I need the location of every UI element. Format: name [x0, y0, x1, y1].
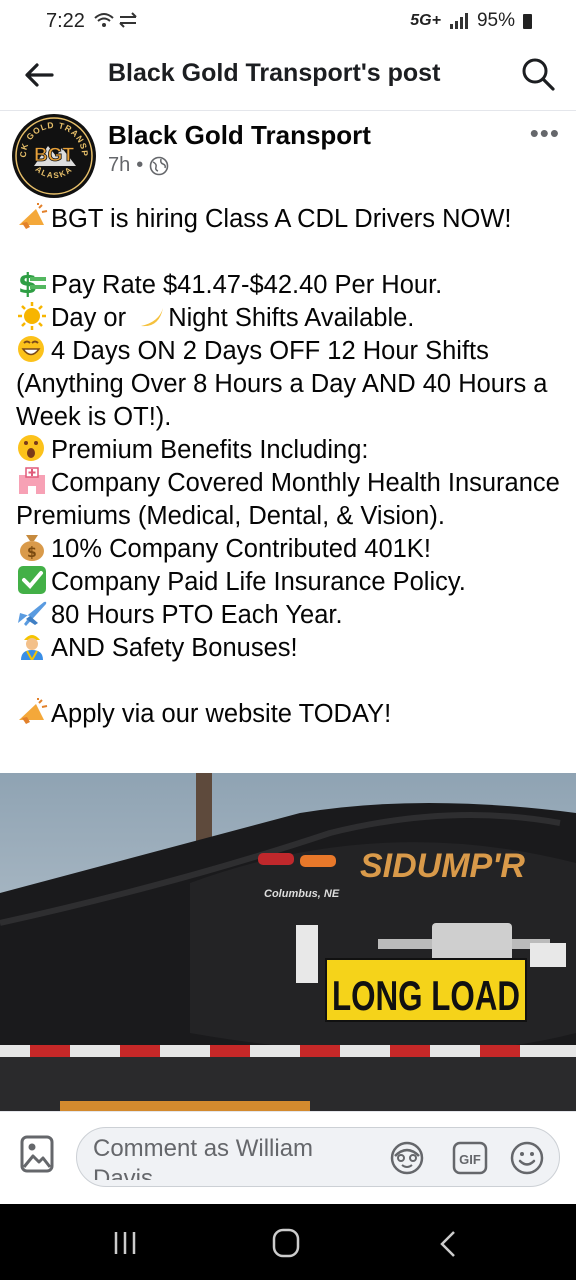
network-type: 5G+	[410, 12, 441, 29]
post-line: $10% Company Contributed 401K!	[16, 533, 566, 566]
wifi-icon	[92, 9, 140, 37]
post-line: $ Pay Rate $41.47-$42.40 Per Hour.	[18, 269, 443, 299]
home-icon[interactable]	[272, 1228, 300, 1258]
sun-icon	[18, 302, 46, 330]
post-line: Company Covered Monthly Health Insurance…	[16, 467, 560, 530]
post-line: BGT is hiring Class A CDL Drivers NOW!	[16, 203, 566, 236]
globe-icon	[149, 156, 169, 175]
status-bar: 7:22 5G+ 95%	[0, 0, 576, 42]
post-time[interactable]: 7h	[108, 154, 130, 177]
app-bar: Black Gold Transport's post	[0, 42, 576, 111]
grinning-face-icon	[18, 336, 44, 362]
svg-text:$: $	[27, 545, 37, 561]
hospital-icon	[19, 467, 45, 494]
back-nav-icon[interactable]	[438, 1230, 458, 1258]
post-meta: 7h •	[108, 154, 169, 177]
moon-icon	[141, 308, 164, 327]
avatar-sticker-icon[interactable]	[389, 1140, 425, 1176]
page-avatar[interactable]: BLACK GOLD TRANSPORT ALASKA BGT	[12, 114, 96, 198]
post-line: Company Paid Life Insurance Policy.	[16, 566, 566, 599]
search-icon[interactable]	[520, 56, 556, 92]
post-photo[interactable]: SIDUMP'R Columbus, NE LONG LOAD	[0, 773, 576, 1111]
post-header: BLACK GOLD TRANSPORT ALASKA BGT Black Go…	[0, 112, 576, 198]
post-line: Apply via our website TODAY!	[16, 698, 566, 731]
comment-placeholder: Comment as William Davis	[93, 1135, 314, 1180]
surprised-face-icon	[18, 435, 44, 461]
post-text: BGT is hiring Class A CDL Drivers NOW! $…	[16, 203, 566, 731]
signal-icon	[449, 13, 468, 29]
long-load-sign: LONG LOAD	[332, 972, 520, 1019]
svg-text:$: $	[18, 269, 37, 297]
trailer-brand: SIDUMP'R	[360, 847, 525, 885]
photo-icon[interactable]	[18, 1134, 58, 1174]
back-arrow-icon[interactable]	[22, 58, 56, 92]
megaphone-icon	[19, 203, 48, 229]
logo-text: BGT	[34, 145, 75, 166]
airplane-icon	[18, 601, 47, 626]
construction-worker-icon	[21, 635, 43, 660]
post-line: Day or Night Shifts Available.	[16, 302, 566, 335]
meta-dot: •	[136, 154, 144, 176]
trailer-city: Columbus, NE	[264, 888, 340, 900]
page-title: Black Gold Transport's post	[108, 59, 441, 87]
gif-icon[interactable]: GIF	[452, 1140, 488, 1176]
system-nav-bar	[0, 1204, 576, 1280]
money-icon: $	[18, 269, 46, 297]
battery-level: 95%	[476, 10, 515, 31]
post-line: AND Safety Bonuses!	[16, 632, 566, 665]
battery-icon	[523, 13, 532, 29]
more-options-icon[interactable]: •••	[530, 118, 560, 149]
check-mark-icon	[18, 566, 46, 594]
megaphone-icon	[19, 698, 48, 724]
money-bag-icon: $	[20, 535, 44, 561]
author-name[interactable]: Black Gold Transport	[108, 120, 371, 151]
post-line: 80 Hours PTO Each Year.	[16, 599, 566, 632]
comment-input[interactable]: Comment as William Davis GIF	[76, 1127, 560, 1187]
gif-label: GIF	[459, 1152, 481, 1167]
post-line: 4 Days ON 2 Days OFF 12 Hour Shifts (Any…	[16, 336, 548, 431]
status-time: 7:22	[46, 10, 85, 32]
post-line: Premium Benefits Including:	[16, 434, 566, 467]
recent-apps-icon[interactable]	[112, 1230, 138, 1256]
emoji-icon[interactable]	[509, 1140, 545, 1176]
comment-composer: Comment as William Davis GIF	[0, 1111, 576, 1204]
